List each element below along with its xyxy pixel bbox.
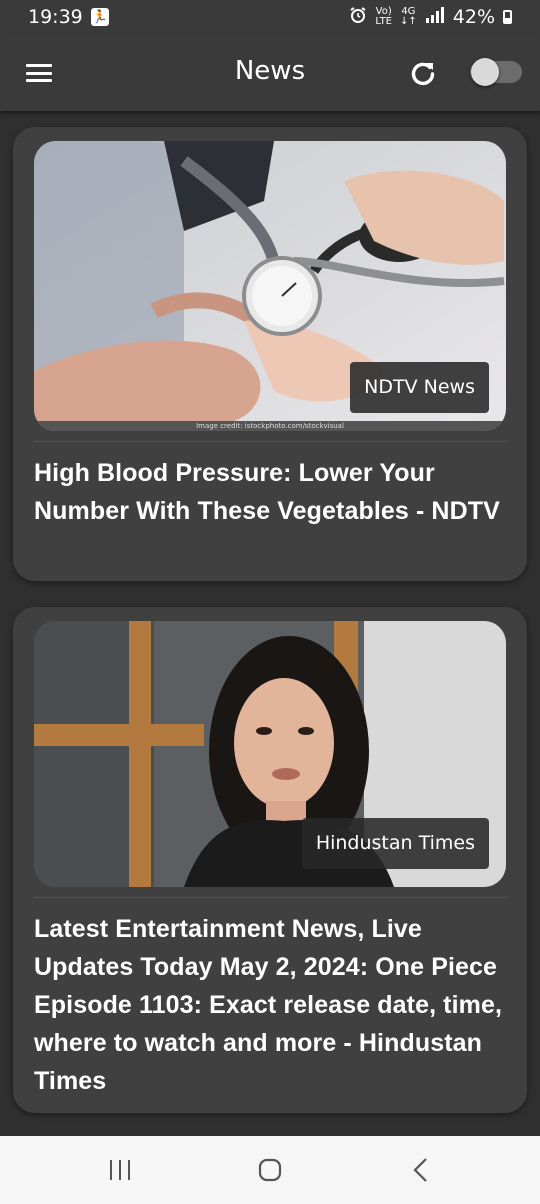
refresh-icon[interactable]	[408, 58, 438, 88]
source-badge: Hindustan Times	[301, 818, 489, 869]
article-image-portrait[interactable]: Hindustan Times	[34, 621, 506, 887]
alarm-icon	[349, 6, 367, 29]
system-nav-bar	[0, 1136, 540, 1204]
signal-icon	[425, 6, 445, 28]
data-indicator: 4G ↓↑	[400, 6, 417, 27]
card-divider	[33, 441, 507, 442]
battery-icon	[503, 10, 512, 24]
status-bar: 19:39 🏃 Vo) LTE 4G ↓↑ 42%	[0, 0, 540, 34]
article-title[interactable]: High Blood Pressure: Lower Your Number W…	[34, 454, 512, 530]
status-icons: Vo) LTE 4G ↓↑ 42%	[349, 6, 512, 29]
toggle-thumb[interactable]	[471, 58, 499, 86]
status-time: 19:39	[28, 6, 83, 28]
article-card[interactable]: Image credit: istockphoto.com/stockvisua…	[13, 127, 527, 581]
battery-percent: 42%	[452, 6, 495, 28]
page-title: News	[234, 56, 306, 86]
back-icon[interactable]	[410, 1158, 434, 1186]
volte-indicator: Vo) LTE	[375, 6, 392, 27]
article-image-blood-pressure[interactable]: Image credit: istockphoto.com/stockvisua…	[34, 141, 506, 431]
article-title[interactable]: Latest Entertainment News, Live Updates …	[34, 910, 512, 1100]
card-divider	[33, 897, 507, 898]
app-bar: News	[0, 34, 540, 111]
running-app-icon: 🏃	[90, 8, 109, 26]
source-badge: NDTV News	[350, 362, 489, 413]
image-credit: Image credit: istockphoto.com/stockvisua…	[196, 422, 344, 430]
home-icon[interactable]	[258, 1158, 282, 1186]
recents-icon[interactable]	[108, 1158, 132, 1186]
article-card[interactable]: Hindustan Times Latest Entertainment New…	[13, 607, 527, 1113]
